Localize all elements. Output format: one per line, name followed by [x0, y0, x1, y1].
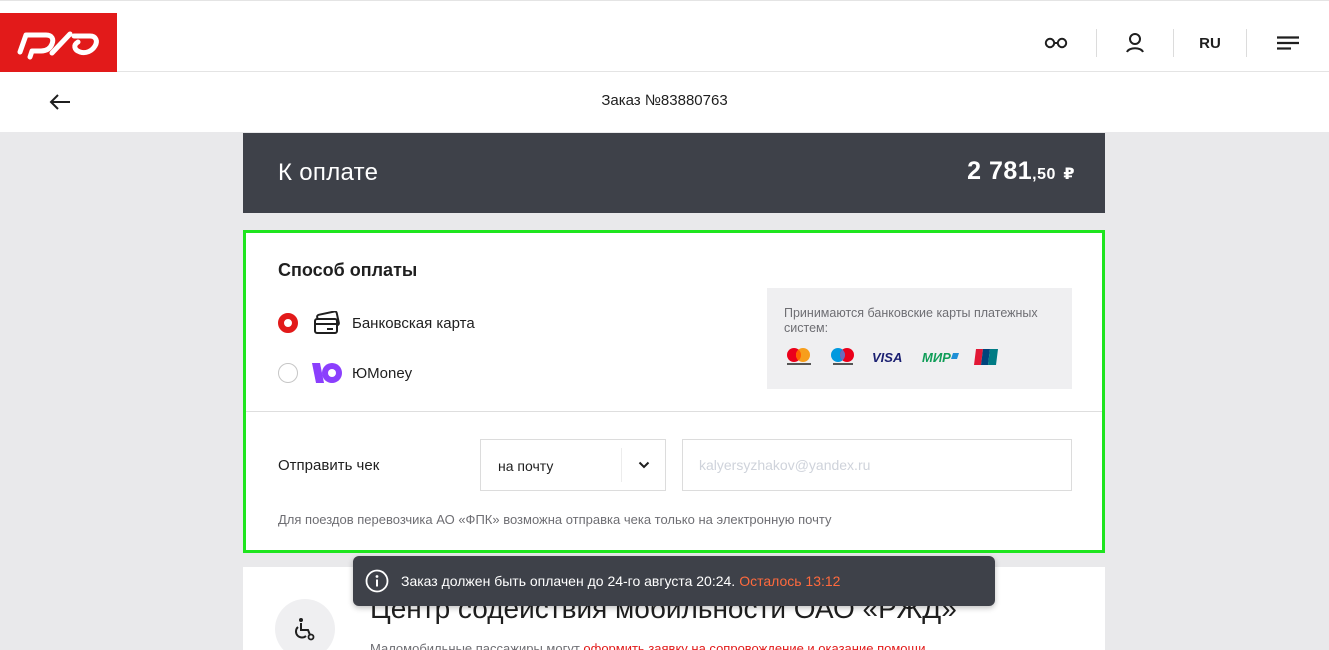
rzd-logo[interactable] [0, 13, 117, 73]
payment-option-label: ЮMoney [352, 364, 413, 382]
svg-text:VISA: VISA [872, 350, 902, 364]
section-divider [246, 411, 1102, 412]
payment-option-yoomoney[interactable]: ЮMoney [278, 360, 412, 386]
language-switch[interactable]: RU [1174, 13, 1246, 73]
mobility-request-link[interactable]: оформить заявку на сопровождение и оказа… [583, 641, 925, 650]
chevron-down-icon[interactable] [621, 448, 665, 482]
payment-option-bank-card[interactable]: Банковская карта [278, 310, 475, 336]
currency-sign: ₽ [1063, 166, 1075, 183]
receipt-method-value: на почту [498, 458, 554, 474]
payment-deadline-toast: Заказ должен быть оплачен до 24-го авгус… [353, 556, 995, 606]
bank-card-icon [310, 310, 344, 336]
receipt-method-select[interactable]: на почту [480, 439, 666, 491]
mastercard-icon [787, 348, 811, 365]
amount-main: 2 781 [967, 157, 1033, 185]
visa-icon: VISA [872, 350, 902, 364]
rzd-logo-icon [17, 31, 99, 60]
amount-kopecks: ,50 [1032, 166, 1056, 183]
mobility-center-text: Маломобильные пассажиры могут оформить з… [370, 641, 925, 650]
accepted-cards-box: Принимаются банковские карты платежных с… [767, 288, 1072, 389]
menu-icon [1277, 36, 1299, 50]
mir-icon: МИР [922, 350, 959, 364]
payment-method-title: Способ оплаты [278, 260, 418, 280]
header-actions: RU [1016, 13, 1329, 73]
send-receipt-label: Отправить чек [278, 457, 380, 474]
payment-option-label: Банковская карта [352, 314, 475, 332]
user-profile-button[interactable] [1097, 13, 1173, 73]
radio-bank-card[interactable] [278, 313, 298, 333]
maestro-icon [831, 348, 854, 365]
menu-button[interactable] [1247, 13, 1329, 73]
accepted-cards-text: Принимаются банковские карты платежных с… [784, 306, 1038, 335]
receipt-email-input[interactable] [682, 439, 1072, 491]
receipt-note: Для поездов перевозчика АО «ФПК» возможн… [278, 512, 832, 527]
payment-method-card: Способ оплаты Банковская карта ЮMoney Пр… [243, 230, 1105, 553]
payment-total-label: К оплате [278, 159, 379, 186]
toast-message: Заказ должен быть оплачен до 24-го авгус… [401, 573, 736, 589]
yoomoney-icon [310, 360, 344, 386]
mobility-center-text-prefix: Маломобильные пассажиры могут [370, 641, 584, 650]
radio-yoomoney[interactable] [278, 363, 298, 383]
order-subheader: Заказ №83880763 [0, 72, 1329, 132]
glasses-icon [1044, 37, 1068, 49]
card-brand-logos: VISA МИР [784, 347, 1014, 367]
wheelchair-icon [275, 599, 335, 650]
payment-total-amount: 2 781,50 ₽ [967, 157, 1075, 186]
info-icon [365, 569, 389, 593]
top-navigation-bar: RU [0, 0, 1329, 73]
toast-remaining-time: Осталось 13:12 [739, 573, 841, 589]
svg-text:МИР: МИР [922, 350, 951, 364]
payment-total-panel: К оплате 2 781,50 ₽ [243, 133, 1105, 213]
user-icon [1126, 33, 1144, 53]
accessibility-button[interactable] [1016, 13, 1096, 73]
unionpay-icon [974, 349, 998, 365]
order-title: Заказ №83880763 [601, 92, 728, 109]
